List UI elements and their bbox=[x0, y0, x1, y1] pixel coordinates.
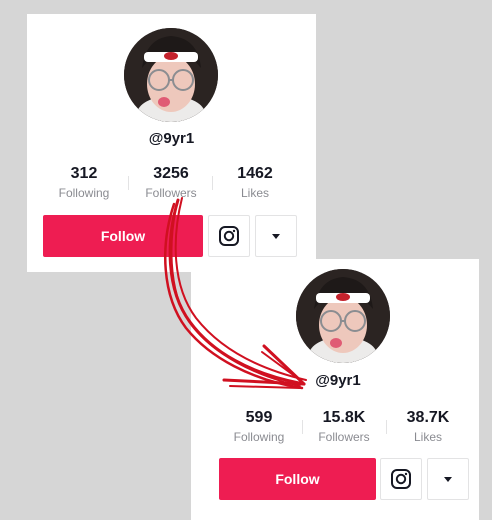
curved-arrow bbox=[164, 197, 307, 390]
